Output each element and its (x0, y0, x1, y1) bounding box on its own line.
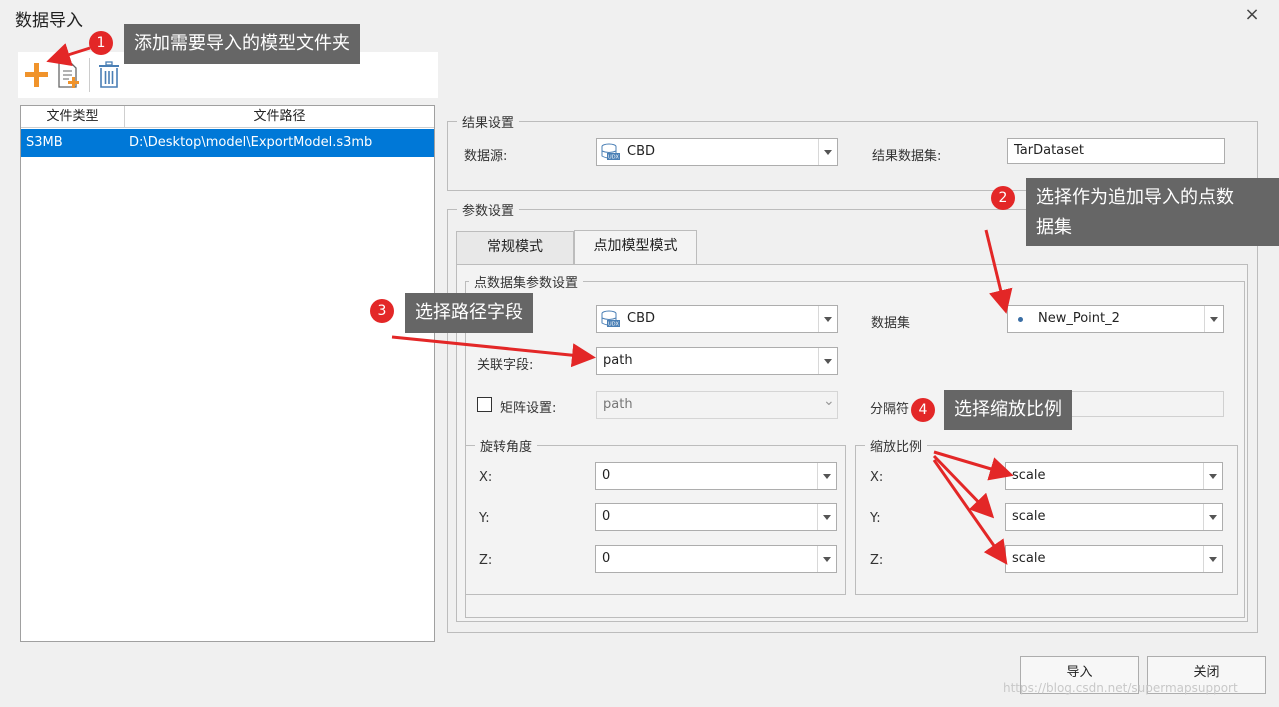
annotation-callout-3: 选择路径字段 (405, 293, 533, 333)
rotation-y-combo[interactable]: 0 (595, 503, 837, 531)
rotation-legend: 旋转角度 (475, 436, 538, 455)
result-dataset-label: 结果数据集: (872, 149, 942, 164)
scale-x-value: scale (1012, 468, 1046, 483)
result-dataset-input[interactable]: TarDataset (1007, 138, 1225, 164)
link-field-value: path (603, 353, 633, 368)
annotation-callout-4: 选择缩放比例 (944, 390, 1072, 430)
annotation-callout-2-line2: 据集 (1036, 217, 1072, 238)
rotation-x-label: X: (479, 470, 493, 485)
matrix-checkbox[interactable] (477, 397, 492, 412)
column-header-file-type[interactable]: 文件类型 (21, 106, 125, 128)
chevron-down-icon[interactable] (1204, 306, 1223, 332)
annotation-callout-2: 选择作为追加导入的点数 据集 (1026, 178, 1279, 246)
point-dataset-icon (1018, 317, 1023, 322)
dataset-label: 数据集 (871, 316, 911, 331)
tab-normal-mode[interactable]: 常规模式 (456, 231, 574, 265)
svg-text:UDX: UDX (608, 322, 620, 328)
result-datasource-value: CBD (627, 144, 656, 159)
scale-y-value: scale (1012, 509, 1046, 524)
chevron-down-icon[interactable] (817, 546, 836, 572)
annotation-callout-1: 添加需要导入的模型文件夹 (124, 24, 360, 64)
rotation-y-label: Y: (479, 511, 490, 526)
column-header-file-path[interactable]: 文件路径 (125, 106, 434, 128)
point-datasource-value: CBD (627, 311, 656, 326)
scale-y-combo[interactable]: scale (1005, 503, 1223, 531)
scale-z-value: scale (1012, 551, 1046, 566)
link-field-label: 关联字段: (477, 358, 534, 373)
annotation-callout-2-line1: 选择作为追加导入的点数 (1036, 187, 1234, 208)
add-folder-icon[interactable] (22, 60, 52, 90)
chevron-down-icon[interactable] (1203, 463, 1222, 489)
result-settings-legend: 结果设置 (457, 112, 520, 131)
annotation-badge-1: 1 (89, 31, 113, 55)
point-dataset-legend: 点数据集参数设置 (469, 272, 584, 291)
matrix-label: 矩阵设置: (500, 401, 557, 416)
close-icon[interactable]: × (1242, 5, 1262, 25)
rotation-z-label: Z: (479, 553, 493, 568)
watermark-text: https://blog.csdn.net/supermapsupport (1003, 681, 1238, 695)
rotation-x-value: 0 (602, 468, 611, 483)
chevron-down-icon[interactable] (817, 504, 836, 530)
chevron-down-icon[interactable] (817, 463, 836, 489)
file-list-table[interactable]: 文件类型 文件路径 S3MB D:\Desktop\model\ExportMo… (20, 105, 435, 642)
point-datasource-combo[interactable]: UDX CBD (596, 305, 838, 333)
scale-y-label: Y: (870, 511, 881, 526)
chevron-down-icon[interactable] (1203, 546, 1222, 572)
cell-file-path: D:\Desktop\model\ExportModel.s3mb (129, 135, 373, 150)
scale-x-combo[interactable]: scale (1005, 462, 1223, 490)
link-field-combo[interactable]: path (596, 347, 838, 375)
scale-legend: 缩放比例 (865, 436, 928, 455)
chevron-down-icon (819, 392, 837, 418)
scale-z-combo[interactable]: scale (1005, 545, 1223, 573)
chevron-down-icon[interactable] (1203, 504, 1222, 530)
datasource-icon: UDX (601, 143, 620, 161)
add-file-icon[interactable] (54, 60, 84, 90)
separator-label: 分隔符 (870, 402, 910, 417)
annotation-badge-3: 3 (370, 299, 394, 323)
rotation-y-value: 0 (602, 509, 611, 524)
dataset-value: New_Point_2 (1038, 311, 1120, 326)
svg-text:UDX: UDX (608, 155, 620, 161)
dataset-combo[interactable]: New_Point_2 (1007, 305, 1224, 333)
datasource-label: 数据源: (464, 149, 508, 164)
table-row[interactable]: S3MB D:\Desktop\model\ExportModel.s3mb (21, 129, 434, 157)
chevron-down-icon[interactable] (818, 139, 837, 165)
cell-file-type: S3MB (26, 135, 63, 150)
datasource-icon: UDX (601, 310, 620, 328)
delete-icon[interactable] (94, 60, 124, 90)
rotation-x-combo[interactable]: 0 (595, 462, 837, 490)
annotation-badge-4: 4 (911, 398, 935, 422)
annotation-badge-2: 2 (991, 186, 1015, 210)
matrix-combo[interactable]: path (596, 391, 838, 419)
chevron-down-icon[interactable] (818, 306, 837, 332)
tab-point-model-mode[interactable]: 点加模型模式 (574, 230, 697, 266)
rotation-z-value: 0 (602, 551, 611, 566)
scale-x-label: X: (870, 470, 884, 485)
result-datasource-combo[interactable]: UDX CBD (596, 138, 838, 166)
param-settings-legend: 参数设置 (457, 200, 520, 219)
chevron-down-icon[interactable] (818, 348, 837, 374)
scale-z-label: Z: (870, 553, 884, 568)
toolbar-separator (89, 58, 90, 92)
rotation-z-combo[interactable]: 0 (595, 545, 837, 573)
result-dataset-value: TarDataset (1014, 143, 1085, 158)
window-title: 数据导入 (15, 11, 83, 31)
matrix-value: path (603, 397, 633, 412)
